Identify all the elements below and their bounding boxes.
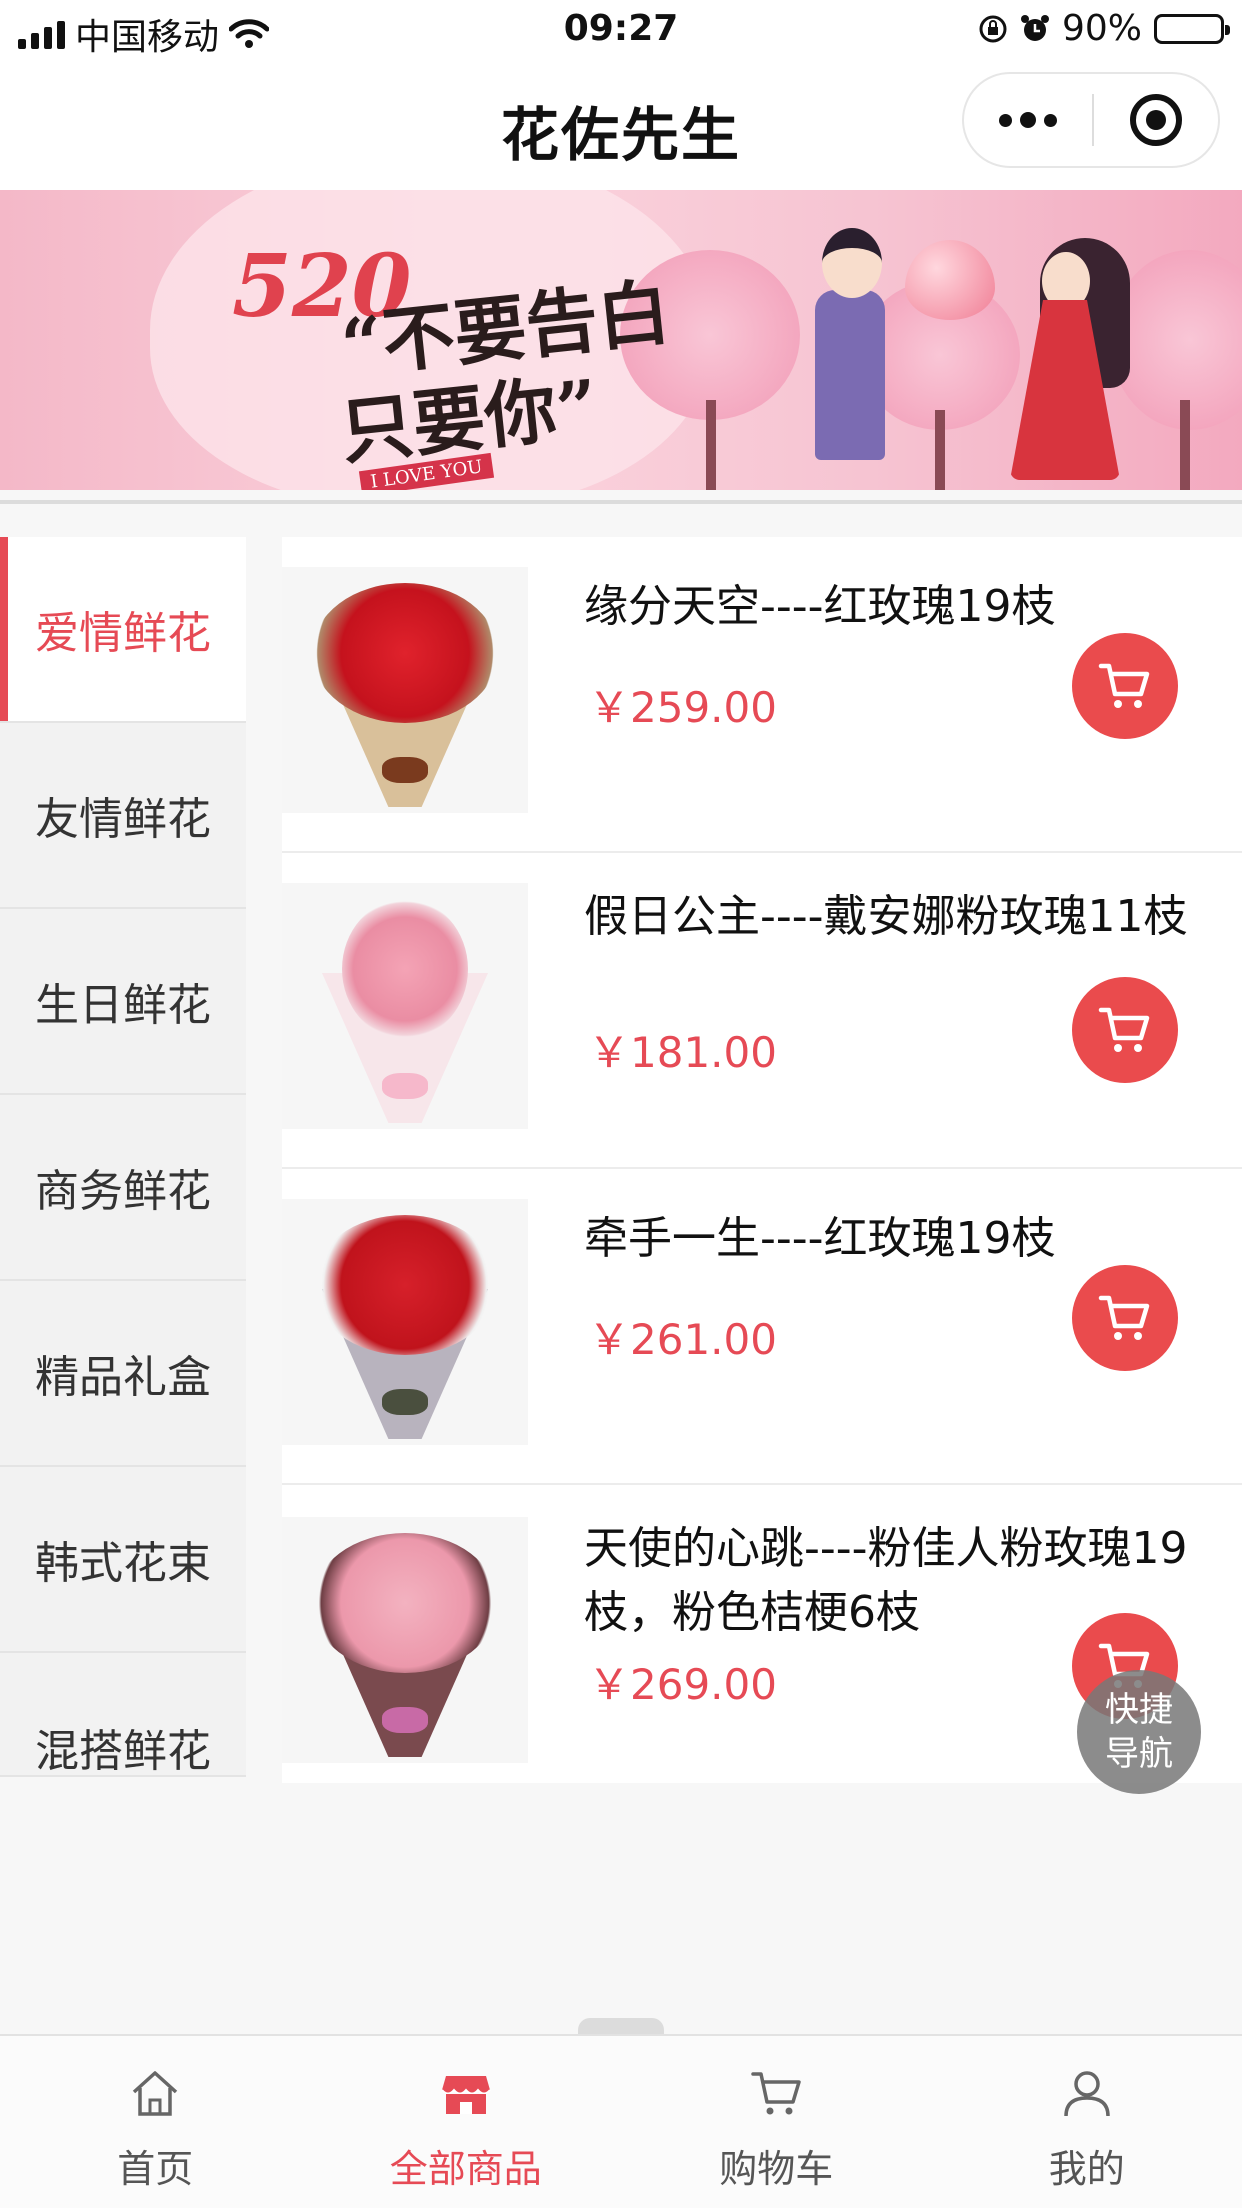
category-item-friendship[interactable]: 友情鲜花: [0, 723, 246, 909]
more-icon[interactable]: [964, 74, 1092, 166]
nav-bar: 花佐先生: [0, 60, 1242, 190]
banner-divider: [0, 500, 1242, 504]
rotation-lock-icon: [979, 15, 1007, 42]
product-price: ￥261.00: [588, 1315, 777, 1364]
add-to-cart-button[interactable]: [1072, 977, 1178, 1083]
product-price: ￥181.00: [588, 1028, 777, 1077]
product-image[interactable]: [282, 1199, 528, 1445]
close-miniprogram-button[interactable]: [1094, 74, 1218, 166]
product-image[interactable]: [282, 1517, 528, 1763]
battery-icon: [1154, 13, 1230, 44]
battery-percent: 90%: [1061, 8, 1142, 49]
product-price: ￥269.00: [588, 1660, 777, 1709]
user-icon: [1064, 2071, 1110, 2117]
product-card[interactable]: 假日公主----戴安娜粉玫瑰11枝 ￥181.00: [282, 853, 1242, 1169]
product-image[interactable]: [282, 567, 528, 813]
category-item-korean-bouquet[interactable]: 韩式花束: [0, 1467, 246, 1653]
tab-cart[interactable]: 购物车: [621, 2036, 932, 2208]
tree-trunk: [1180, 400, 1190, 490]
tab-bar: 首页 全部商品 购物车 我的: [0, 2034, 1242, 2208]
close-miniprogram-icon: [1130, 94, 1182, 146]
tab-label: 购物车: [719, 2147, 834, 2191]
product-name[interactable]: 缘分天空----红玫瑰19枝: [584, 575, 1192, 639]
product-list: 缘分天空----红玫瑰19枝 ￥259.00 假日公主----戴安娜粉玫瑰11枝…: [282, 537, 1242, 1783]
tab-mine[interactable]: 我的: [932, 2036, 1242, 2208]
product-price: ￥259.00: [588, 683, 777, 732]
product-name[interactable]: 牵手一生----红玫瑰19枝: [584, 1207, 1192, 1271]
boy-figure: [815, 290, 885, 460]
add-to-cart-button[interactable]: [1072, 1265, 1178, 1371]
category-item-gift-box[interactable]: 精品礼盒: [0, 1281, 246, 1467]
product-card[interactable]: 牵手一生----红玫瑰19枝 ￥261.00: [282, 1169, 1242, 1485]
tab-label: 我的: [1048, 2147, 1125, 2191]
heart-balloon: [905, 240, 995, 320]
red-rose-gray-wrap-bouquet-image: [302, 1209, 508, 1445]
cart-icon: [751, 2072, 801, 2115]
tree-trunk: [935, 410, 945, 490]
tab-home[interactable]: 首页: [0, 2036, 311, 2208]
home-icon: [133, 2071, 178, 2116]
pink-rose-bouquet-image: [302, 893, 508, 1129]
quick-nav-line2: 导航: [1105, 1734, 1173, 1774]
alarm-icon: [1020, 14, 1049, 41]
category-item-love[interactable]: 爱情鲜花: [0, 537, 246, 723]
pink-rose-mixed-bouquet-image: [302, 1527, 508, 1763]
status-right: 90%: [978, 8, 1230, 49]
add-to-cart-button[interactable]: [1072, 633, 1178, 739]
cart-icon: [1098, 1295, 1150, 1340]
boy-head: [822, 228, 882, 298]
tab-label: 首页: [117, 2147, 194, 2191]
tree-trunk: [706, 400, 716, 490]
product-image[interactable]: [282, 883, 528, 1129]
red-rose-bouquet-image: [302, 577, 508, 813]
quick-nav-line1: 快捷: [1105, 1690, 1173, 1730]
cart-icon: [1098, 1007, 1150, 1052]
category-item-business[interactable]: 商务鲜花: [0, 1095, 246, 1281]
store-icon: [440, 2076, 491, 2114]
miniprogram-capsule: [962, 72, 1220, 168]
product-card[interactable]: 缘分天空----红玫瑰19枝 ￥259.00: [282, 537, 1242, 853]
quick-nav-button[interactable]: 快捷 导航: [1077, 1670, 1201, 1794]
status-bar: 中国移动 09:27 90%: [0, 0, 1242, 60]
category-sidebar: 爱情鲜花 友情鲜花 生日鲜花 商务鲜花 精品礼盒 韩式花束 混搭鲜花: [0, 537, 246, 1777]
tab-label: 全部商品: [389, 2147, 542, 2191]
category-item-mixed[interactable]: 混搭鲜花: [0, 1653, 246, 1777]
promo-banner[interactable]: 520 “不要告白 只要你” I LOVE YOU: [0, 190, 1242, 490]
product-name[interactable]: 假日公主----戴安娜粉玫瑰11枝: [584, 885, 1192, 949]
tab-all-products[interactable]: 全部商品: [311, 2036, 622, 2208]
category-item-birthday[interactable]: 生日鲜花: [0, 909, 246, 1095]
cart-icon: [1098, 663, 1150, 708]
